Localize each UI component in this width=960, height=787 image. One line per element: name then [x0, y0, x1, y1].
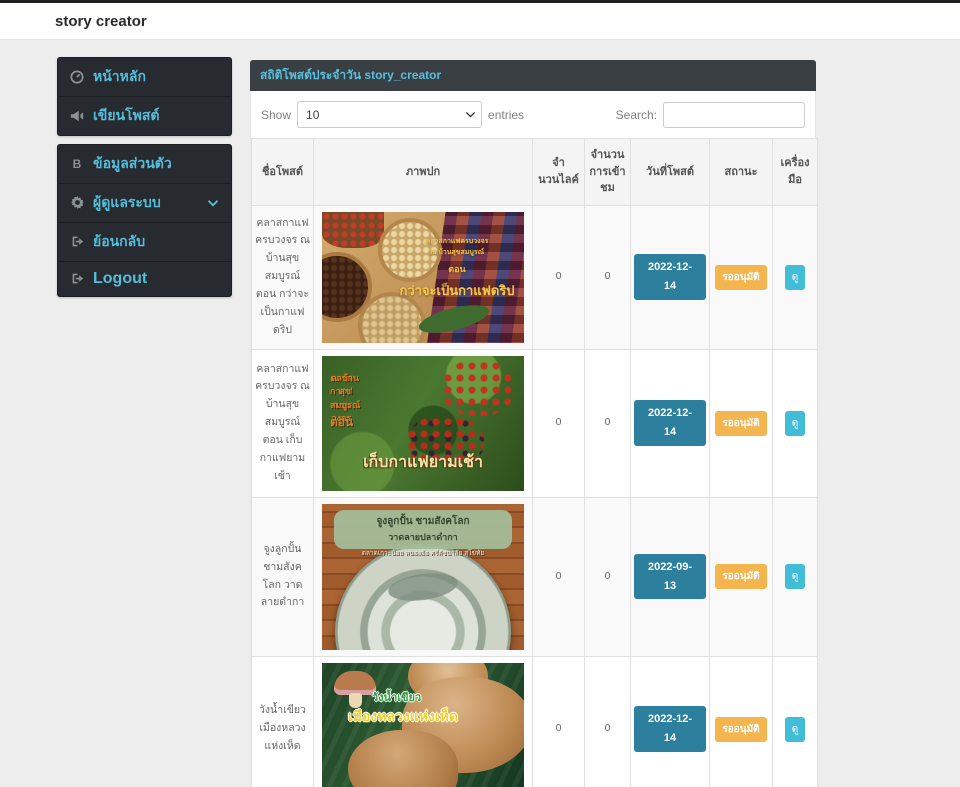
cover-image-coffee-harvest: คลาสกาแฟครบวงจร ณ บ้านสุขสมบูรณ์ ตอน เก็… [322, 355, 524, 491]
logout-icon [70, 272, 84, 286]
cover-caption-line: ณ บ้านสุขสมบูรณ์ [429, 249, 485, 257]
panel-body: Show 10 entries Search: ชื่อโพสต์ ภาพปก … [250, 91, 818, 787]
post-name: วังน้ำเขียวเมืองหลวงแห่งเห็ด [251, 655, 314, 787]
cover-caption: จูงลูกปั้น ชามสังคโลก วาดลายปลาดำกา [334, 509, 512, 549]
date-badge: 2022-09-13 [634, 553, 706, 600]
cover-cell: คลาสกาแฟครบวงจร ณ บ้านสุขสมบูรณ์ ตอน เก็… [313, 348, 533, 498]
navbar: story creator [0, 3, 960, 40]
cover-cell: วังน้ำเขียว เมืองหลวงแห่งเห็ด [313, 655, 533, 787]
cover-caption-line: กว่าจะเป็นกาแฟดริป [399, 282, 515, 298]
likes-count: 0 [532, 655, 585, 787]
status-badge: รออนุมัติ [715, 410, 767, 436]
cover-caption-line: วาดลายปลาดำกา [388, 531, 458, 542]
sidebar-item-label: ผู้ดูแลระบบ [93, 194, 161, 210]
likes-count: 0 [532, 204, 585, 350]
cover-cell: จูงลูกปั้น ชามสังคโลก วาดลายปลาดำกา ตลาด… [313, 496, 533, 657]
sidebar-group-main: หน้าหลัก เขียนโพสต์ [57, 57, 232, 136]
search-input[interactable] [663, 101, 805, 128]
view-button[interactable]: ดู [784, 410, 806, 436]
sidebar-item-profile[interactable]: B ข้อมูลส่วนตัว [58, 145, 231, 184]
dashboard-icon [70, 70, 84, 84]
cover-caption-line: ณ บ้านสุขสมบูรณ์ [330, 372, 361, 410]
col-header-views[interactable]: จำนวนการเข้าชม [584, 138, 631, 206]
cover-image-sangkhalok-plate: จูงลูกปั้น ชามสังคโลก วาดลายปลาดำกา ตลาด… [322, 503, 524, 650]
status-badge: รออนุมัติ [715, 264, 767, 290]
bullhorn-icon [70, 109, 84, 123]
panel-header: สถิติโพสต์ประจำวัน story_creator [250, 60, 816, 91]
view-button[interactable]: ดู [784, 564, 806, 589]
cover-image-coffee-drip: คลาสกาแฟครบวงจร ณ บ้านสุขสมบูรณ์ ตอน กว่… [322, 211, 524, 343]
view-button[interactable]: ดู [784, 264, 806, 290]
table-row: คลาสกาแฟครบวงจร ณ บ้านสุขสมบูรณ์ ตอน เก็… [251, 348, 818, 498]
sidebar-item-write-post[interactable]: เขียนโพสต์ [58, 97, 231, 135]
sidebar: หน้าหลัก เขียนโพสต์ B ข้อมูลส่วนตัว ผู้ด… [57, 57, 232, 305]
cover-caption-line: ตอน [330, 414, 354, 429]
date-badge: 2022-12-14 [634, 400, 706, 446]
cover-art-mushroom [348, 729, 458, 787]
sidebar-item-label: ข้อมูลส่วนตัว [93, 155, 172, 171]
posts-table: ชื่อโพสต์ ภาพปก จำนวนไลค์ จำนวนการเข้าชม… [251, 138, 818, 787]
cover-art-cherries [322, 211, 384, 248]
cover-caption-line: เมืองหลวงแห่งเห็ด [348, 707, 458, 724]
views-count: 0 [584, 204, 631, 350]
col-header-likes[interactable]: จำนวนไลค์ [532, 138, 585, 206]
chevron-down-icon [207, 200, 219, 207]
post-name: คลาสกาแฟครบวงจร ณ บ้านสุขสมบูรณ์ ตอน กว่… [251, 204, 314, 350]
col-header-tools[interactable]: เครื่องมือ [772, 138, 818, 206]
cover-caption-line: ตลาดเกาะน้อย หนองอ้อ ศรีสัชนาลัย สุโขทัย [361, 549, 485, 557]
views-count: 0 [584, 655, 631, 787]
profile-icon: B [72, 157, 82, 171]
sidebar-item-logout[interactable]: Logout [58, 262, 231, 296]
table-row: วังน้ำเขียวเมืองหลวงแห่งเห็ด วังน้ำเขียว… [251, 655, 818, 787]
table-row: คลาสกาแฟครบวงจร ณ บ้านสุขสมบูรณ์ ตอน กว่… [251, 204, 818, 350]
col-header-status[interactable]: สถานะ [709, 138, 773, 206]
main-panel: สถิติโพสต์ประจำวัน story_creator Show 10… [250, 60, 818, 787]
search-label: Search: [615, 107, 657, 122]
col-header-date[interactable]: วันที่โพสต์ [630, 138, 710, 206]
cover-caption: คลาสกาแฟครบวงจร ณ บ้านสุขสมบูรณ์ ตอน กว่… [392, 236, 522, 302]
col-header-post-name[interactable]: ชื่อโพสต์ [251, 138, 314, 206]
sidebar-item-label: เขียนโพสต์ [93, 107, 160, 123]
cover-image-mushrooms: วังน้ำเขียว เมืองหลวงแห่งเห็ด [322, 662, 524, 787]
sidebar-item-home[interactable]: หน้าหลัก [58, 58, 231, 97]
sidebar-group-secondary: B ข้อมูลส่วนตัว ผู้ดูแลระบบ ย้อนกลับ Log… [57, 144, 232, 297]
page-length-select[interactable]: 10 [297, 101, 483, 128]
cover-caption-line: จูงลูกปั้น ชามสังคโลก [376, 515, 470, 527]
sidebar-item-label: ย้อนกลับ [93, 233, 146, 249]
status-badge: รออนุมัติ [715, 564, 767, 589]
table-header-row: ชื่อโพสต์ ภาพปก จำนวนไลค์ จำนวนการเข้าชม… [251, 138, 818, 206]
app-title: story creator [55, 12, 147, 30]
sidebar-item-label: Logout [93, 270, 148, 287]
col-header-cover[interactable]: ภาพปก [313, 138, 533, 206]
gear-icon [70, 196, 84, 210]
cover-caption-line: เก็บกาแฟยามเช้า [363, 454, 483, 472]
views-count: 0 [584, 496, 631, 657]
table-controls: Show 10 entries Search: [251, 101, 815, 128]
cover-cell: คลาสกาแฟครบวงจร ณ บ้านสุขสมบูรณ์ ตอน กว่… [313, 204, 533, 350]
cover-caption-line: ตอน [448, 264, 466, 275]
post-name: คลาสกาแฟครบวงจร ณ บ้านสุขสมบูรณ์ ตอน เก็… [251, 348, 314, 498]
sidebar-item-back[interactable]: ย้อนกลับ [58, 223, 231, 262]
views-count: 0 [584, 348, 631, 498]
date-badge: 2022-12-14 [634, 706, 706, 752]
back-icon [70, 235, 84, 249]
view-button[interactable]: ดู [784, 716, 806, 742]
sidebar-item-admin[interactable]: ผู้ดูแลระบบ [58, 184, 231, 223]
likes-count: 0 [532, 496, 585, 657]
cover-caption-line: คลาสกาแฟครบวงจร [425, 237, 489, 245]
cover-art-cartoon-mushroom-cap [334, 670, 376, 695]
sidebar-item-label: หน้าหลัก [93, 68, 146, 84]
table-row: จูงลูกปั้นชามสังคโลก วาดลายดำกา จูงลูกปั… [251, 496, 818, 657]
post-name: จูงลูกปั้นชามสังคโลก วาดลายดำกา [251, 496, 314, 657]
cover-art-cherries [442, 359, 514, 416]
show-label: Show [261, 107, 292, 122]
date-badge: 2022-12-14 [634, 254, 706, 300]
panel-title: สถิติโพสต์ประจำวัน story_creator [260, 68, 442, 82]
entries-label: entries [488, 107, 525, 122]
likes-count: 0 [532, 348, 585, 498]
status-badge: รออนุมัติ [715, 716, 767, 742]
